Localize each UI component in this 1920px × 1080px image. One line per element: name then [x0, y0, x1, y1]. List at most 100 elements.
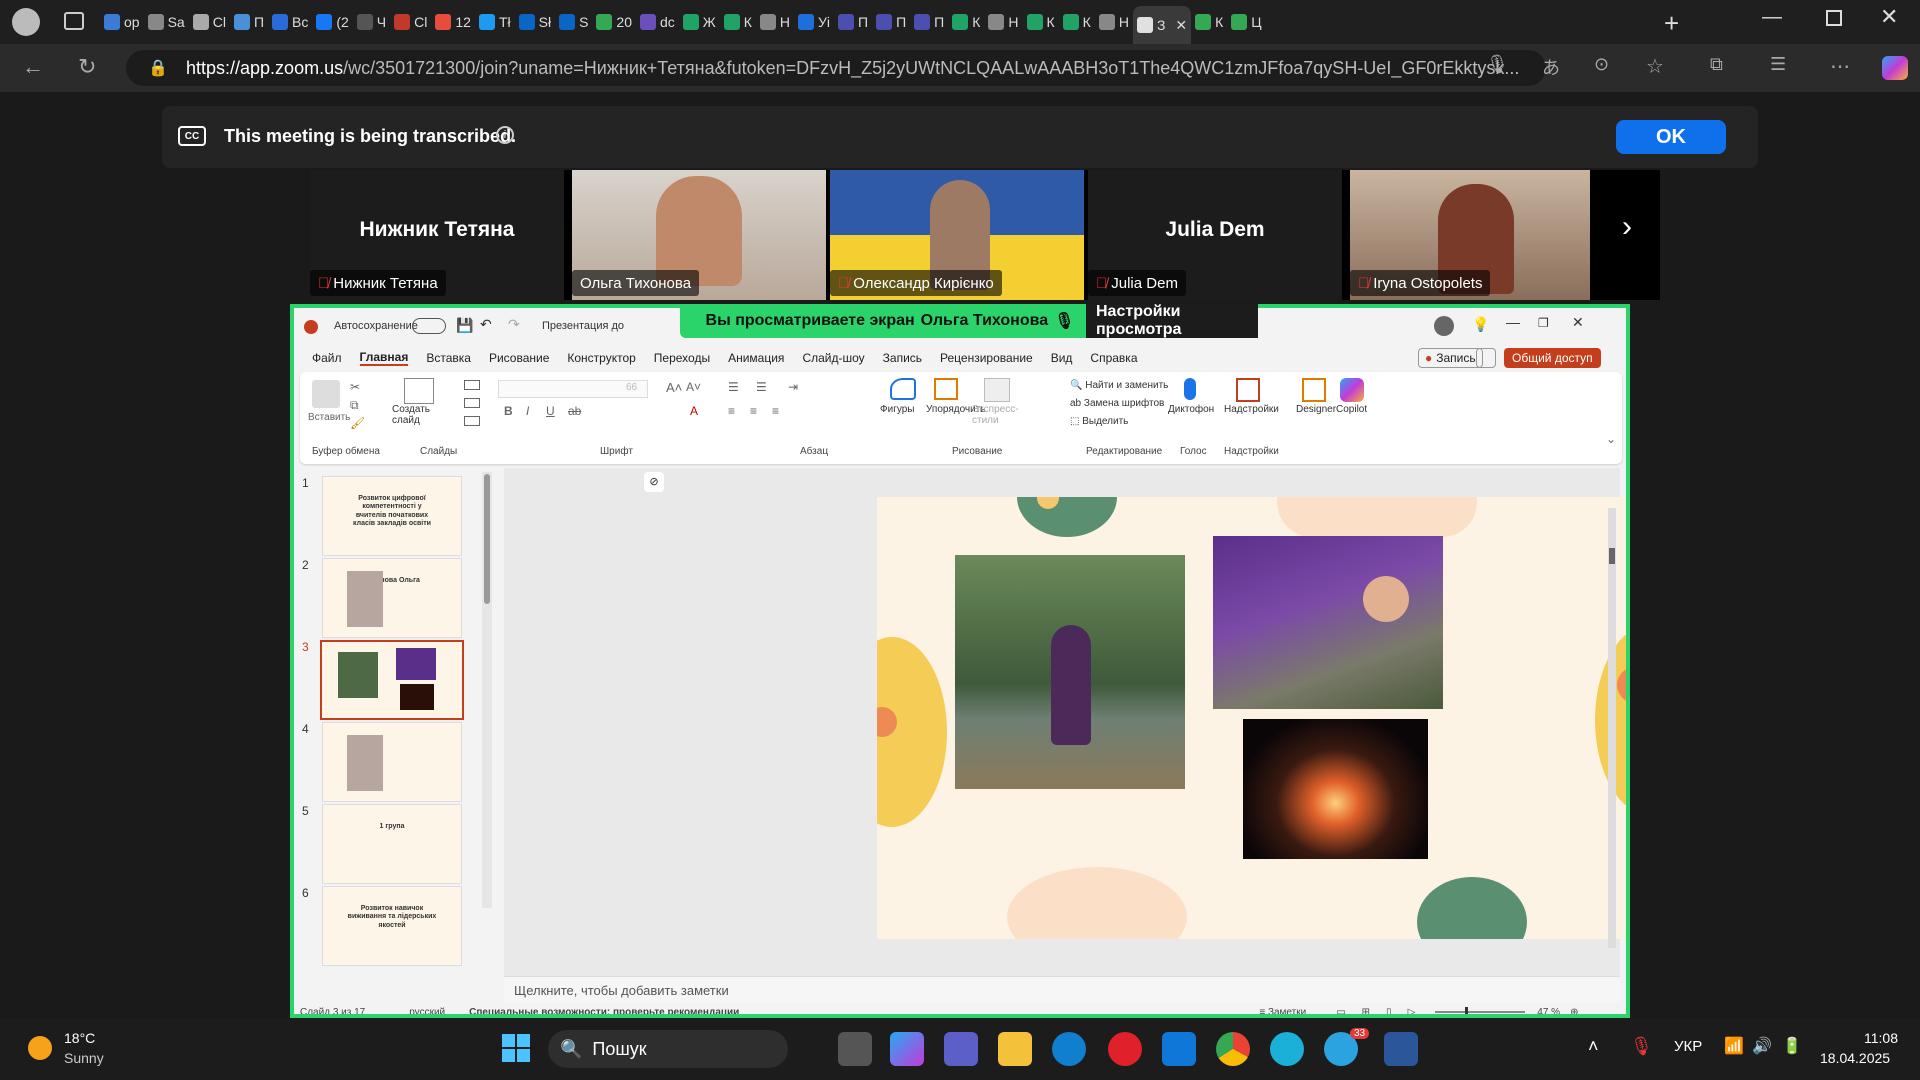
arrange-icon[interactable]	[934, 378, 958, 400]
opera-icon[interactable]	[1108, 1032, 1142, 1066]
dictate-mic-icon[interactable]	[1184, 378, 1196, 400]
slide-thumbnail[interactable]: Розвиток цифрової компетентності у вчите…	[322, 476, 462, 556]
file-explorer-icon[interactable]	[998, 1032, 1032, 1066]
copy-icon[interactable]: ⧉	[350, 398, 359, 413]
taskbar-search[interactable]: 🔍 Пошук	[548, 1030, 788, 1068]
align-left-icon[interactable]: ≡	[728, 404, 735, 418]
browser-tab[interactable]: (2	[312, 7, 352, 37]
browser-tab[interactable]: Ц	[1227, 7, 1265, 37]
zoom-slider[interactable]	[1435, 1007, 1526, 1014]
accessibility-icon[interactable]: ⊘	[644, 472, 664, 492]
extensions-icon[interactable]: ⧉	[1710, 54, 1723, 75]
browser-tab[interactable]: ор	[100, 7, 144, 37]
comments-icon[interactable]	[1476, 348, 1496, 368]
clock-date[interactable]: 18.04.2025	[1820, 1050, 1890, 1066]
sun-weather-icon[interactable]	[28, 1036, 52, 1060]
ppt-menu-tab[interactable]: Запись	[883, 351, 922, 365]
tray-overflow-chevron-icon[interactable]: ˄	[1588, 1036, 1599, 1057]
browser-tab[interactable]: Уі	[794, 7, 834, 37]
save-icon[interactable]: 💾	[456, 317, 473, 334]
paste-label[interactable]: Вставить	[308, 412, 350, 423]
next-page-chevron-icon[interactable]: ›	[1622, 210, 1632, 244]
normal-view-icon[interactable]: ▭	[1336, 1007, 1345, 1015]
browser-tab[interactable]: К	[1059, 7, 1095, 37]
ppt-menu-tab[interactable]: Справка	[1090, 351, 1137, 365]
ppt-menu-tab[interactable]: Переходы	[654, 351, 710, 365]
participant-tile[interactable]: Julia Dem 🎙̸ Julia Dem	[1088, 170, 1342, 300]
share-button[interactable]: Общий доступ	[1504, 348, 1601, 368]
slide-thumbnail[interactable]	[320, 640, 464, 720]
ppt-menu-tab[interactable]: Вставка	[426, 351, 471, 365]
font-size-select[interactable]: 66	[626, 382, 637, 393]
new-tab-icon[interactable]: +	[1664, 8, 1679, 39]
participant-tile[interactable]: 🎙̸ Олександр Кирієнко	[830, 170, 1084, 300]
zoom-slider-thumb[interactable]	[1465, 1007, 1469, 1014]
weather-desc[interactable]: Sunny	[64, 1050, 104, 1066]
dictate-label[interactable]: Диктофон	[1168, 404, 1214, 415]
increase-font-icon[interactable]: A˄	[666, 380, 682, 395]
favorite-star-icon[interactable]: ☆	[1646, 54, 1664, 79]
section-icon[interactable]	[464, 416, 480, 426]
indent-icon[interactable]: ⇥	[788, 380, 798, 394]
copilot-ppt-icon[interactable]	[1340, 378, 1364, 402]
new-slide-label[interactable]: Создать слайд	[392, 404, 452, 426]
record-button[interactable]: ● Запись	[1418, 348, 1483, 368]
format-painter-icon[interactable]: 🖌	[350, 416, 365, 430]
slide-thumbnail[interactable]: Тихонова Ольга	[322, 558, 462, 638]
browser-tab[interactable]: S	[555, 7, 592, 37]
addins-label[interactable]: Надстройки	[1224, 404, 1279, 415]
browser-tab[interactable]: dc	[636, 7, 679, 37]
refresh-icon[interactable]: ↻	[78, 54, 96, 80]
thumb-scrollbar[interactable]	[482, 472, 492, 908]
italic-icon[interactable]: I	[526, 404, 529, 418]
minimize-icon[interactable]: —	[1762, 6, 1782, 29]
browser-tab[interactable]: Вс	[268, 7, 312, 37]
underline-icon[interactable]: U	[546, 404, 555, 418]
designer-icon[interactable]	[1302, 378, 1326, 402]
reading-icon[interactable]: ⊙	[1594, 54, 1609, 75]
teams-icon[interactable]	[944, 1032, 978, 1066]
language-indicator[interactable]: русский	[409, 1007, 445, 1015]
slide-scrollbar[interactable]	[1608, 508, 1616, 948]
ppt-minimize-icon[interactable]: —	[1506, 314, 1520, 330]
favorites-list-icon[interactable]: ☰	[1770, 54, 1786, 75]
reading-view-icon[interactable]: ▯	[1386, 1007, 1392, 1015]
new-slide-icon[interactable]	[404, 378, 434, 404]
strikethrough-icon[interactable]: ab	[568, 404, 581, 418]
select-menu[interactable]: ⬚ Выделить	[1070, 416, 1128, 427]
browser-tab[interactable]: К	[1023, 7, 1059, 37]
paste-icon[interactable]	[312, 380, 340, 408]
browser-tab[interactable]: К	[1191, 7, 1227, 37]
autosave-toggle[interactable]	[412, 318, 446, 334]
participant-tile[interactable]: 🎙̸ Iryna Ostopolets	[1350, 170, 1590, 300]
decrease-font-icon[interactable]: A˅	[686, 380, 701, 394]
mic-tray-icon[interactable]: 🎙	[1630, 1036, 1653, 1057]
browser-tab[interactable]: П	[872, 7, 910, 37]
idea-bulb-icon[interactable]: 💡	[1472, 316, 1489, 333]
doc-title[interactable]: Презентация до	[542, 320, 624, 332]
wifi-icon[interactable]: 📶	[1724, 1036, 1744, 1056]
close-window-icon[interactable]: ✕	[1880, 4, 1898, 30]
cut-icon[interactable]: ✂	[350, 380, 360, 394]
account-avatar[interactable]	[1434, 316, 1454, 336]
browser-tab[interactable]: 12	[431, 7, 475, 37]
copilot-label[interactable]: Copilot	[1336, 404, 1367, 415]
quick-styles-label[interactable]: Экспресс-стили	[972, 404, 1026, 426]
profile-avatar[interactable]	[12, 8, 40, 36]
close-tab-icon[interactable]: ✕	[1175, 17, 1187, 34]
numbering-icon[interactable]: ☰	[756, 380, 767, 394]
slideshow-icon[interactable]: ▷	[1408, 1007, 1416, 1015]
browser-tab[interactable]: Н	[756, 7, 794, 37]
ppt-menu-tab[interactable]: Вид	[1051, 351, 1073, 365]
participant-tile[interactable]: Ольга Тихонова	[572, 170, 826, 300]
ppt-menu-tab[interactable]: Рисование	[489, 351, 549, 365]
tab-actions-icon[interactable]	[64, 12, 84, 30]
designer-label[interactable]: Designer	[1296, 404, 1336, 415]
align-center-icon[interactable]: ≡	[750, 404, 757, 418]
participant-tile[interactable]: Нижник Тетяна 🎙̸ Нижник Тетяна	[310, 170, 564, 300]
browser-tab[interactable]: Н	[984, 7, 1022, 37]
replace-fonts[interactable]: ab Замена шрифтов	[1070, 398, 1164, 409]
browser-tab[interactable]: Tł	[475, 7, 515, 37]
align-right-icon[interactable]: ≡	[772, 404, 779, 418]
bullets-icon[interactable]: ☰	[728, 380, 739, 394]
